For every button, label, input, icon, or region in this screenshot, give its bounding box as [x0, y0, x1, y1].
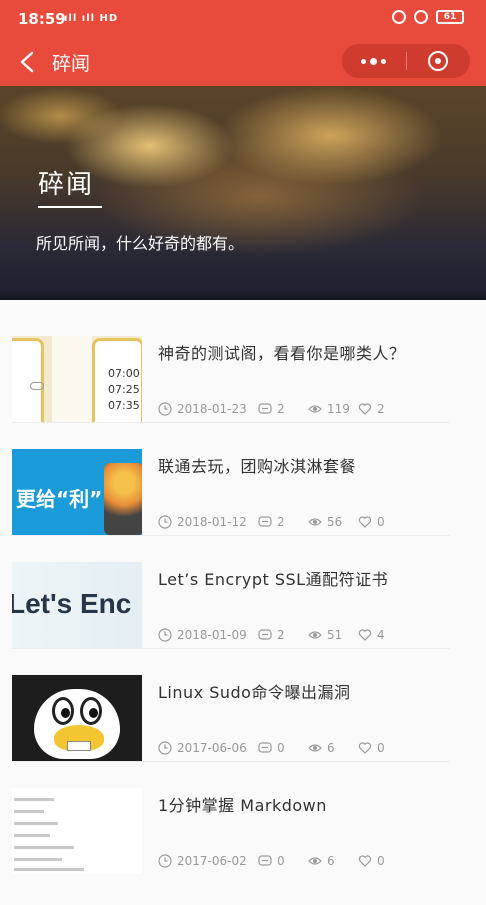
- article-meta: 2018-01-23 2 119 2: [158, 402, 385, 416]
- comment-count: 0: [277, 854, 285, 868]
- hero-underline: [38, 206, 102, 208]
- like-count: 0: [377, 741, 385, 755]
- article-list: 07:00 07:25 07:35 神奇的测试阁，看看你是哪类人？ 2018-0…: [0, 310, 486, 875]
- crowd-image: [104, 463, 142, 535]
- heart-icon: [358, 855, 372, 867]
- close-button[interactable]: [407, 44, 471, 78]
- article-thumbnail: [12, 788, 142, 874]
- toggle-icon: [30, 382, 44, 390]
- article-title: Let’s Encrypt SSL通配符证书: [158, 570, 389, 589]
- thumb-text: 更给“利”: [16, 487, 103, 511]
- like-count: 2: [377, 402, 385, 416]
- article-date: 2017-06-02: [177, 854, 247, 868]
- thumb-text: Let's Enc: [12, 588, 132, 619]
- comment-icon: [258, 629, 272, 640]
- status-bar: 18:59 ıll ıll HD 61: [0, 0, 486, 38]
- article-meta: 2018-01-09 2 51 4: [158, 628, 385, 642]
- hero-banner: 碎闻 所见所闻，什么好奇的都有。: [0, 86, 486, 300]
- view-count: 56: [327, 515, 343, 529]
- article-date: 2018-01-09: [177, 628, 247, 642]
- nav-bar: 碎闻: [0, 38, 486, 86]
- signal-icon: ıll ıll HD: [64, 13, 119, 24]
- article-title: 1分钟掌握 Markdown: [158, 796, 327, 815]
- comment-icon: [258, 855, 272, 866]
- article-date: 2018-01-12: [177, 515, 247, 529]
- article-item[interactable]: 1分钟掌握 Markdown 2017-06-02 0 6 0: [0, 762, 486, 875]
- clock-icon: [158, 854, 172, 868]
- article-date: 2018-01-23: [177, 402, 247, 416]
- like-count: 4: [377, 628, 385, 642]
- article-title: 神奇的测试阁，看看你是哪类人？: [158, 344, 406, 363]
- article-thumbnail: 07:00 07:25 07:35: [12, 336, 142, 422]
- article-thumbnail: 更给“利”: [12, 449, 142, 535]
- article-thumbnail: [12, 675, 142, 761]
- article-meta: 2017-06-02 0 6 0: [158, 854, 385, 868]
- status-icons: 61: [392, 10, 464, 24]
- like-count: 0: [377, 515, 385, 529]
- more-dots-icon: [361, 57, 387, 65]
- mini-program-capsule: [342, 44, 470, 78]
- heart-icon: [358, 742, 372, 754]
- like-count: 0: [377, 854, 385, 868]
- article-thumbnail: Let's Enc: [12, 562, 142, 648]
- comment-count: 2: [277, 402, 285, 416]
- article-title: Linux Sudo命令曝出漏洞: [158, 683, 351, 702]
- article-item[interactable]: Linux Sudo命令曝出漏洞 2017-06-06 0 6 0: [0, 649, 486, 762]
- view-count: 119: [327, 402, 350, 416]
- chevron-left-icon: [20, 51, 34, 73]
- clock-icon: [158, 515, 172, 529]
- eye-icon: [308, 405, 322, 413]
- target-circle-icon: [428, 51, 449, 71]
- eye-icon: [308, 631, 322, 639]
- article-item[interactable]: 更给“利” 联通去玩，团购冰淇淋套餐 2018-01-12 2 56 0: [0, 423, 486, 536]
- heart-icon: [358, 403, 372, 415]
- thumb-time: 07:25: [108, 383, 140, 396]
- clock-icon: [158, 628, 172, 642]
- hero-subtitle: 所见所闻，什么好奇的都有。: [36, 234, 245, 253]
- comment-icon: [258, 403, 272, 414]
- comment-icon: [258, 516, 272, 527]
- vibrate-icon: [392, 10, 406, 24]
- article-item[interactable]: 07:00 07:25 07:35 神奇的测试阁，看看你是哪类人？ 2018-0…: [0, 310, 486, 423]
- eye-icon: [308, 857, 322, 865]
- article-meta: 2018-01-12 2 56 0: [158, 515, 385, 529]
- article-item[interactable]: Let's Enc Let’s Encrypt SSL通配符证书 2018-01…: [0, 536, 486, 649]
- eye-icon: [308, 744, 322, 752]
- comment-icon: [258, 742, 272, 753]
- back-button[interactable]: [12, 46, 42, 78]
- eye-icon: [308, 518, 322, 526]
- article-title: 联通去玩，团购冰淇淋套餐: [158, 457, 357, 476]
- thumb-time: 07:00: [108, 367, 140, 380]
- comment-count: 2: [277, 628, 285, 642]
- network-label: HD: [99, 13, 119, 24]
- more-button[interactable]: [342, 44, 406, 78]
- penguin-image: [34, 689, 120, 759]
- status-time: 18:59: [18, 10, 66, 28]
- article-date: 2017-06-06: [177, 741, 247, 755]
- heart-icon: [358, 516, 372, 528]
- clock-icon: [158, 741, 172, 755]
- alarm-icon: [414, 10, 428, 24]
- battery-icon: 61: [436, 10, 464, 24]
- view-count: 6: [327, 741, 335, 755]
- comment-count: 0: [277, 741, 285, 755]
- view-count: 51: [327, 628, 343, 642]
- article-meta: 2017-06-06 0 6 0: [158, 741, 385, 755]
- clock-icon: [158, 402, 172, 416]
- view-count: 6: [327, 854, 335, 868]
- thumb-time: 07:35: [108, 399, 140, 412]
- comment-count: 2: [277, 515, 285, 529]
- heart-icon: [358, 629, 372, 641]
- hero-title: 碎闻: [38, 170, 95, 200]
- nav-title: 碎闻: [52, 53, 91, 75]
